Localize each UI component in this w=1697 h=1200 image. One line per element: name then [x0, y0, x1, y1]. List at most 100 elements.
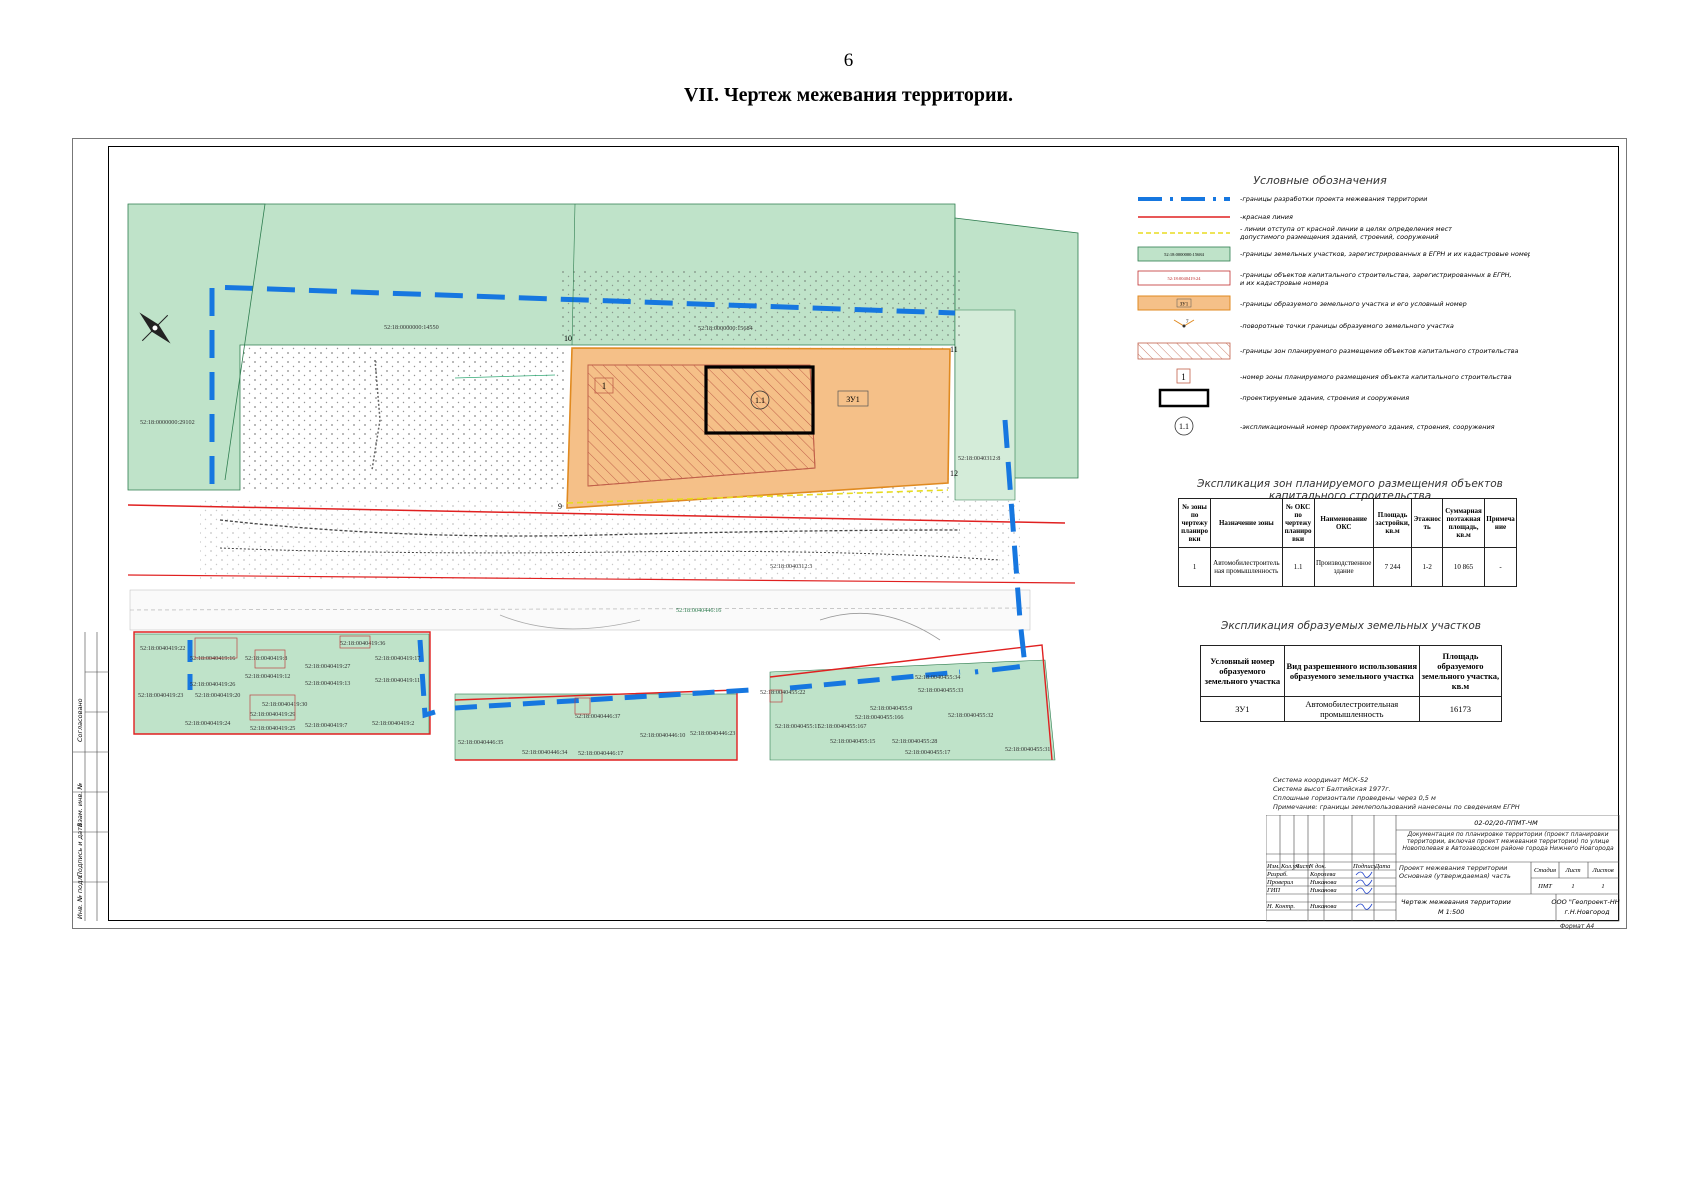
svg-text:52:18:0040419:25: 52:18:0040419:25 [250, 725, 295, 732]
signatures [1355, 871, 1373, 910]
svg-text:02-02/20-ППМТ-ЧМ: 02-02/20-ППМТ-ЧМ [1474, 819, 1538, 827]
table-row: 1 Автомобилестроитель ная промышленность… [1177, 547, 1517, 587]
svg-text:52:18:0040455:33: 52:18:0040455:33 [918, 687, 963, 694]
svg-text:52:18:0040455:11: 52:18:0040455:11 [775, 723, 820, 730]
svg-text:-красная линия: -красная линия [1240, 213, 1293, 221]
svg-text:52:18:0040446:35: 52:18:0040446:35 [458, 739, 503, 746]
svg-text:-проектируемые здания, строени: -проектируемые здания, строения и сооруж… [1240, 394, 1409, 402]
svg-text:и их кадастровые номера: и их кадастровые номера [1240, 279, 1329, 287]
title-block: 02-02/20-ППМТ-ЧМ Документация по планиро… [1266, 815, 1620, 922]
svg-text:Стадия: Стадия [1534, 867, 1556, 874]
svg-text:52:18:0040419:24: 52:18:0040419:24 [1167, 276, 1201, 281]
svg-text:52:18:0040455:22: 52:18:0040455:22 [760, 689, 805, 696]
svg-text:52:18:0040455:31: 52:18:0040455:31 [1005, 746, 1050, 753]
svg-text:11: 11 [950, 345, 958, 354]
svg-text:Подпись и дата: Подпись и дата [76, 823, 84, 877]
svg-text:Лист: Лист [1564, 867, 1581, 874]
svg-text:52:18:0040446:34: 52:18:0040446:34 [522, 749, 567, 756]
svg-text:52:18:0040419:16: 52:18:0040419:16 [190, 655, 235, 662]
svg-text:52:18:0040419:26: 52:18:0040419:26 [190, 681, 235, 688]
svg-text:г.Н.Новгород: г.Н.Новгород [1564, 908, 1610, 916]
svg-text:52:18:0040419:20: 52:18:0040419:20 [195, 692, 240, 699]
svg-text:52:18:0040455:32: 52:18:0040455:32 [948, 712, 993, 719]
svg-text:-границы зон планируемого разм: -границы зон планируемого размещения объ… [1240, 347, 1519, 355]
svg-text:Проверил: Проверил [1266, 879, 1293, 886]
svg-text:52:18:0040419:13: 52:18:0040419:13 [305, 680, 350, 687]
svg-text:52:18:0040455:9: 52:18:0040455:9 [870, 705, 912, 712]
svg-text:-границы разработки проекта ме: -границы разработки проекта межевания те… [1240, 195, 1427, 203]
svg-text:Подпись: Подпись [1352, 863, 1377, 870]
svg-text:Изм.: Изм. [1266, 863, 1280, 870]
format-label: Формат А4 [1560, 923, 1595, 930]
svg-text:ЗУ1: ЗУ1 [846, 395, 859, 404]
svg-text:ЗУ1: ЗУ1 [1180, 303, 1189, 308]
svg-text:52:18:0040455:34: 52:18:0040455:34 [915, 674, 960, 681]
table-row: ЗУ1 Автомобилестроительная промышленност… [1200, 696, 1503, 722]
svg-text:52:18:0000000:15684: 52:18:0000000:15684 [1164, 252, 1205, 257]
svg-text:52:18:0040419:11: 52:18:0040419:11 [375, 677, 420, 684]
svg-text:ГИП: ГИП [1266, 887, 1281, 894]
svg-text:1.1: 1.1 [755, 396, 765, 405]
svg-text:ООО "Геопроект-НН": ООО "Геопроект-НН" [1551, 898, 1620, 906]
svg-text:Королева: Королева [1309, 871, 1336, 878]
svg-text:ПМТ: ПМТ [1537, 883, 1552, 890]
svg-text:52:18:0000000:15684: 52:18:0000000:15684 [698, 325, 753, 332]
svg-text:52:18:0040446:10: 52:18:0040446:10 [640, 732, 685, 739]
svg-text:1: 1 [1571, 883, 1574, 890]
svg-text:52:18:0040419:2: 52:18:0040419:2 [372, 720, 414, 727]
svg-text:52:18:0040455:17: 52:18:0040455:17 [905, 749, 950, 756]
svg-text:12: 12 [950, 469, 958, 478]
svg-text:52:18:0040419:36: 52:18:0040419:36 [340, 640, 385, 647]
map-notes: Система координат МСК-52 Система высот Б… [1273, 776, 1520, 811]
svg-text:52:18:0040455:167: 52:18:0040455:167 [818, 723, 866, 730]
map-legend: Условные обозначения -границы разработки… [1137, 174, 1530, 436]
svg-text:Дата: Дата [1374, 863, 1390, 870]
svg-text:52:18:0040455:166: 52:18:0040455:166 [855, 714, 903, 721]
legend-title: Условные обозначения [1253, 174, 1387, 187]
svg-text:допустимого размещения зданий,: допустимого размещения зданий, строений,… [1239, 233, 1439, 241]
svg-text:-экспликационный номер проекти: -экспликационный номер проектируемого зд… [1240, 423, 1495, 431]
svg-text:Взам. инв. №: Взам. инв. № [76, 783, 84, 827]
svg-text:Никанова: Никанова [1309, 903, 1337, 910]
svg-text:-границы земельных участков, з: -границы земельных участков, зарегистрир… [1240, 250, 1530, 258]
svg-text:-поворотные точки границы обра: -поворотные точки границы образуемого зе… [1240, 322, 1454, 330]
svg-text:-границы объектов капитального: -границы объектов капитального строитель… [1240, 271, 1512, 279]
svg-text:52:18:0040446:16: 52:18:0040446:16 [676, 607, 721, 614]
svg-text:52:18:0040419:17: 52:18:0040419:17 [375, 655, 420, 662]
svg-text:52:18:0040419:30: 52:18:0040419:30 [262, 701, 307, 708]
svg-text:1: 1 [1601, 883, 1604, 890]
zones-table: № зоны по чертежу планиро вки Назначение… [1177, 498, 1517, 587]
svg-text:-номер зоны планируемого разме: -номер зоны планируемого размещения объе… [1240, 373, 1512, 381]
svg-text:7: 7 [1186, 320, 1189, 325]
svg-text:52:18:0040312:8: 52:18:0040312:8 [958, 455, 1000, 462]
side-stamp: Согласовано Взам. инв. № Подпись и дата … [73, 632, 109, 921]
svg-text:-границы образуемого земельног: -границы образуемого земельного участка … [1240, 300, 1467, 308]
svg-text:Разраб.: Разраб. [1266, 871, 1288, 878]
svg-text:1: 1 [1181, 372, 1186, 382]
svg-text:52:18:0040446:17: 52:18:0040446:17 [578, 750, 623, 757]
parcels-table-caption: Экспликация образуемых земельных участко… [1221, 620, 1481, 632]
svg-text:52:18:0040419:23: 52:18:0040419:23 [138, 692, 183, 699]
svg-text:Никанова: Никанова [1309, 887, 1337, 894]
svg-text:Листов: Листов [1591, 867, 1613, 874]
svg-text:9: 9 [558, 502, 562, 511]
svg-text:52:18:0040419:22: 52:18:0040419:22 [140, 645, 185, 652]
svg-text:52:18:0040419:29: 52:18:0040419:29 [250, 711, 295, 718]
svg-text:1.1: 1.1 [1179, 422, 1189, 431]
svg-text:Н. Контр.: Н. Контр. [1266, 903, 1295, 910]
svg-text:N док.: N док. [1308, 863, 1327, 870]
svg-text:52:18:0040419:7: 52:18:0040419:7 [305, 722, 347, 729]
svg-text:52:18:0040455:28: 52:18:0040455:28 [892, 738, 937, 745]
svg-text:52:18:0000000:29102: 52:18:0000000:29102 [140, 419, 195, 426]
parcels-table: Условный номер образуемого земельного уч… [1200, 645, 1503, 722]
svg-text:Никанова: Никанова [1309, 879, 1337, 886]
svg-text:52:18:0040446:23: 52:18:0040446:23 [690, 730, 735, 737]
svg-text:М 1:500: М 1:500 [1438, 908, 1464, 916]
svg-text:- линии отступа от красной лин: - линии отступа от красной линии в целях… [1240, 225, 1452, 233]
svg-text:52:18:0040419:27: 52:18:0040419:27 [305, 663, 350, 670]
svg-text:52:18:0040419:8: 52:18:0040419:8 [245, 655, 287, 662]
svg-text:52:18:0000000:14550: 52:18:0000000:14550 [384, 324, 439, 331]
svg-text:Инв. № подл.: Инв. № подл. [76, 874, 84, 919]
svg-text:52:18:0040419:24: 52:18:0040419:24 [185, 720, 230, 727]
svg-text:10: 10 [564, 334, 572, 343]
